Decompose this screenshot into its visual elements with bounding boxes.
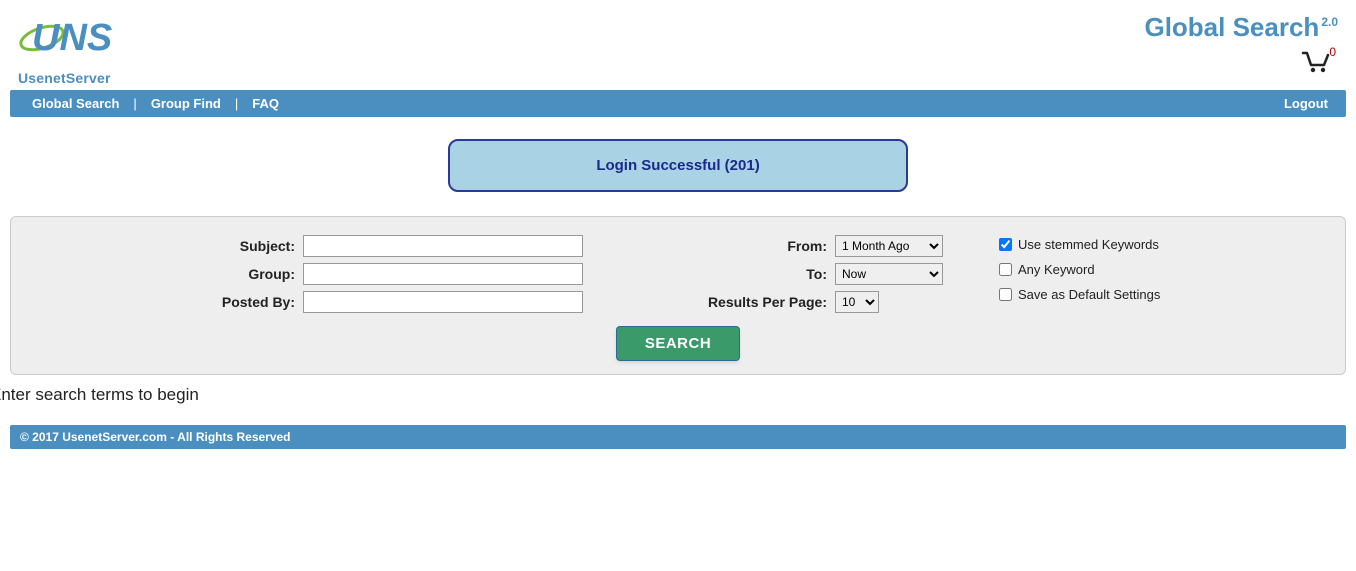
cart-icon xyxy=(1300,49,1332,73)
search-button[interactable]: SEARCH xyxy=(617,327,739,360)
group-input[interactable] xyxy=(303,263,583,285)
cart-count: 0 xyxy=(1329,45,1336,59)
label-to: To: xyxy=(806,266,827,282)
any-keyword-row[interactable]: Any Keyword xyxy=(999,262,1160,277)
uns-logo: UNS xyxy=(18,8,128,68)
label-from: From: xyxy=(787,238,827,254)
cart-button[interactable]: 0 xyxy=(1300,49,1338,76)
nav-faq[interactable]: FAQ xyxy=(242,94,289,113)
svg-text:UNS: UNS xyxy=(32,17,112,59)
search-panel: Subject: Group: Posted By: From: 1 Month… xyxy=(10,216,1346,375)
title-version: 2.0 xyxy=(1321,15,1338,29)
label-rpp: Results Per Page: xyxy=(708,294,827,310)
save-default-label: Save as Default Settings xyxy=(1018,287,1160,302)
nav-separator: | xyxy=(231,96,242,111)
form-column-middle: From: 1 Month Ago To: Now Results Per Pa… xyxy=(583,235,963,313)
stemmed-checkbox[interactable] xyxy=(999,238,1012,251)
any-keyword-checkbox[interactable] xyxy=(999,263,1012,276)
header-right: Global Search2.0 0 xyxy=(1144,8,1338,76)
posted-by-input[interactable] xyxy=(303,291,583,313)
search-prompt: Enter search terms to begin xyxy=(0,385,1356,405)
nav-logout[interactable]: Logout xyxy=(1278,94,1334,113)
title-main: Global Search xyxy=(1144,12,1319,42)
subject-input[interactable] xyxy=(303,235,583,257)
nav-group-find[interactable]: Group Find xyxy=(141,94,231,113)
nav-global-search[interactable]: Global Search xyxy=(22,94,129,113)
page-title: Global Search2.0 xyxy=(1144,12,1338,43)
navbar: Global Search | Group Find | FAQ Logout xyxy=(10,90,1346,117)
footer: © 2017 UsenetServer.com - All Rights Res… xyxy=(10,425,1346,449)
save-default-checkbox[interactable] xyxy=(999,288,1012,301)
logo-subtext: UsenetServer xyxy=(18,70,128,86)
header: UNS UsenetServer Global Search2.0 0 xyxy=(0,0,1356,90)
stemmed-label: Use stemmed Keywords xyxy=(1018,237,1159,252)
label-subject: Subject: xyxy=(240,238,295,254)
any-keyword-label: Any Keyword xyxy=(1018,262,1095,277)
save-default-row[interactable]: Save as Default Settings xyxy=(999,287,1160,302)
to-select[interactable]: Now xyxy=(835,263,943,285)
form-column-right: Use stemmed Keywords Any Keyword Save as… xyxy=(963,235,1160,302)
content: Login Successful (201) Subject: Group: P… xyxy=(0,139,1356,375)
label-posted-by: Posted By: xyxy=(222,294,295,310)
stemmed-row[interactable]: Use stemmed Keywords xyxy=(999,237,1160,252)
logo-area: UNS UsenetServer xyxy=(18,8,128,86)
label-group: Group: xyxy=(248,266,295,282)
login-banner: Login Successful (201) xyxy=(448,139,908,192)
form-column-left: Subject: Group: Posted By: xyxy=(23,235,583,313)
search-button-row: SEARCH xyxy=(23,327,1333,360)
from-select[interactable]: 1 Month Ago xyxy=(835,235,943,257)
results-per-page-select[interactable]: 10 xyxy=(835,291,879,313)
navbar-left: Global Search | Group Find | FAQ xyxy=(22,94,289,113)
form-grid: Subject: Group: Posted By: From: 1 Month… xyxy=(23,235,1333,313)
nav-separator: | xyxy=(129,96,140,111)
